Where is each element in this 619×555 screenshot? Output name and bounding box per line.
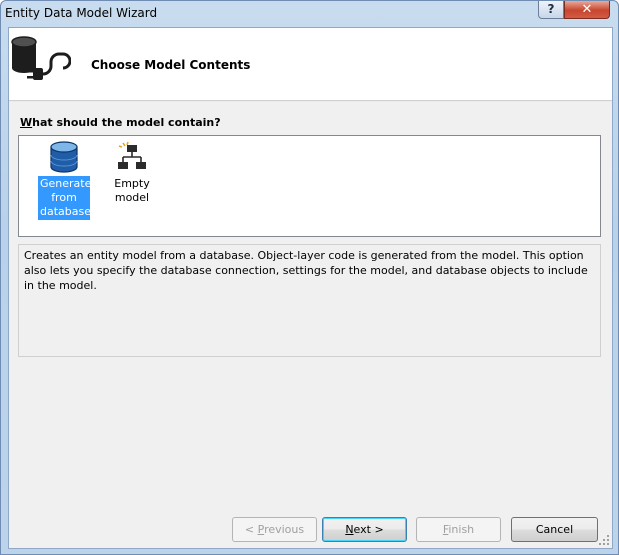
next-access-key: N [345, 523, 354, 536]
model-contents-question: What should the model contain? [20, 116, 221, 129]
option-generate-from-database[interactable]: Generate from database [27, 140, 101, 220]
question-text: hat should the model contain? [32, 116, 221, 129]
cancel-button[interactable]: Cancel [511, 517, 598, 542]
page-title: Choose Model Contents [91, 58, 251, 72]
window-title: Entity Data Model Wizard [5, 6, 158, 20]
option-empty-model[interactable]: Empty model [95, 140, 169, 206]
title-bar[interactable]: Entity Data Model Wizard ? ✕ [1, 1, 618, 27]
wizard-header: Choose Model Contents [9, 28, 612, 101]
help-button[interactable]: ? [538, 1, 564, 19]
database-plug-icon [11, 36, 71, 80]
wizard-client-area: Choose Model Contents What should the mo… [8, 27, 613, 549]
previous-button[interactable]: < Previous [232, 517, 317, 542]
hierarchy-icon [118, 141, 146, 169]
option-description: Creates an entity model from a database.… [18, 244, 601, 357]
option-label: Empty model [114, 177, 150, 204]
resize-grip-icon[interactable] [598, 534, 610, 546]
database-icon [50, 141, 78, 173]
question-access-key: W [20, 116, 33, 129]
previous-prefix: < [244, 523, 258, 536]
close-button[interactable]: ✕ [564, 1, 610, 19]
next-button[interactable]: Next > [322, 517, 407, 542]
finish-button[interactable]: Finish [416, 517, 501, 542]
next-label: ext > [353, 523, 384, 536]
previous-label: revious [264, 523, 305, 536]
wizard-window: Entity Data Model Wizard ? ✕ Choose Mode… [0, 0, 619, 555]
finish-label: inish [448, 523, 475, 536]
model-contents-list[interactable]: Generate from database Empty model [18, 135, 601, 237]
option-label: Generate from database [38, 176, 92, 220]
wizard-body: What should the model contain? Generate … [9, 102, 612, 548]
